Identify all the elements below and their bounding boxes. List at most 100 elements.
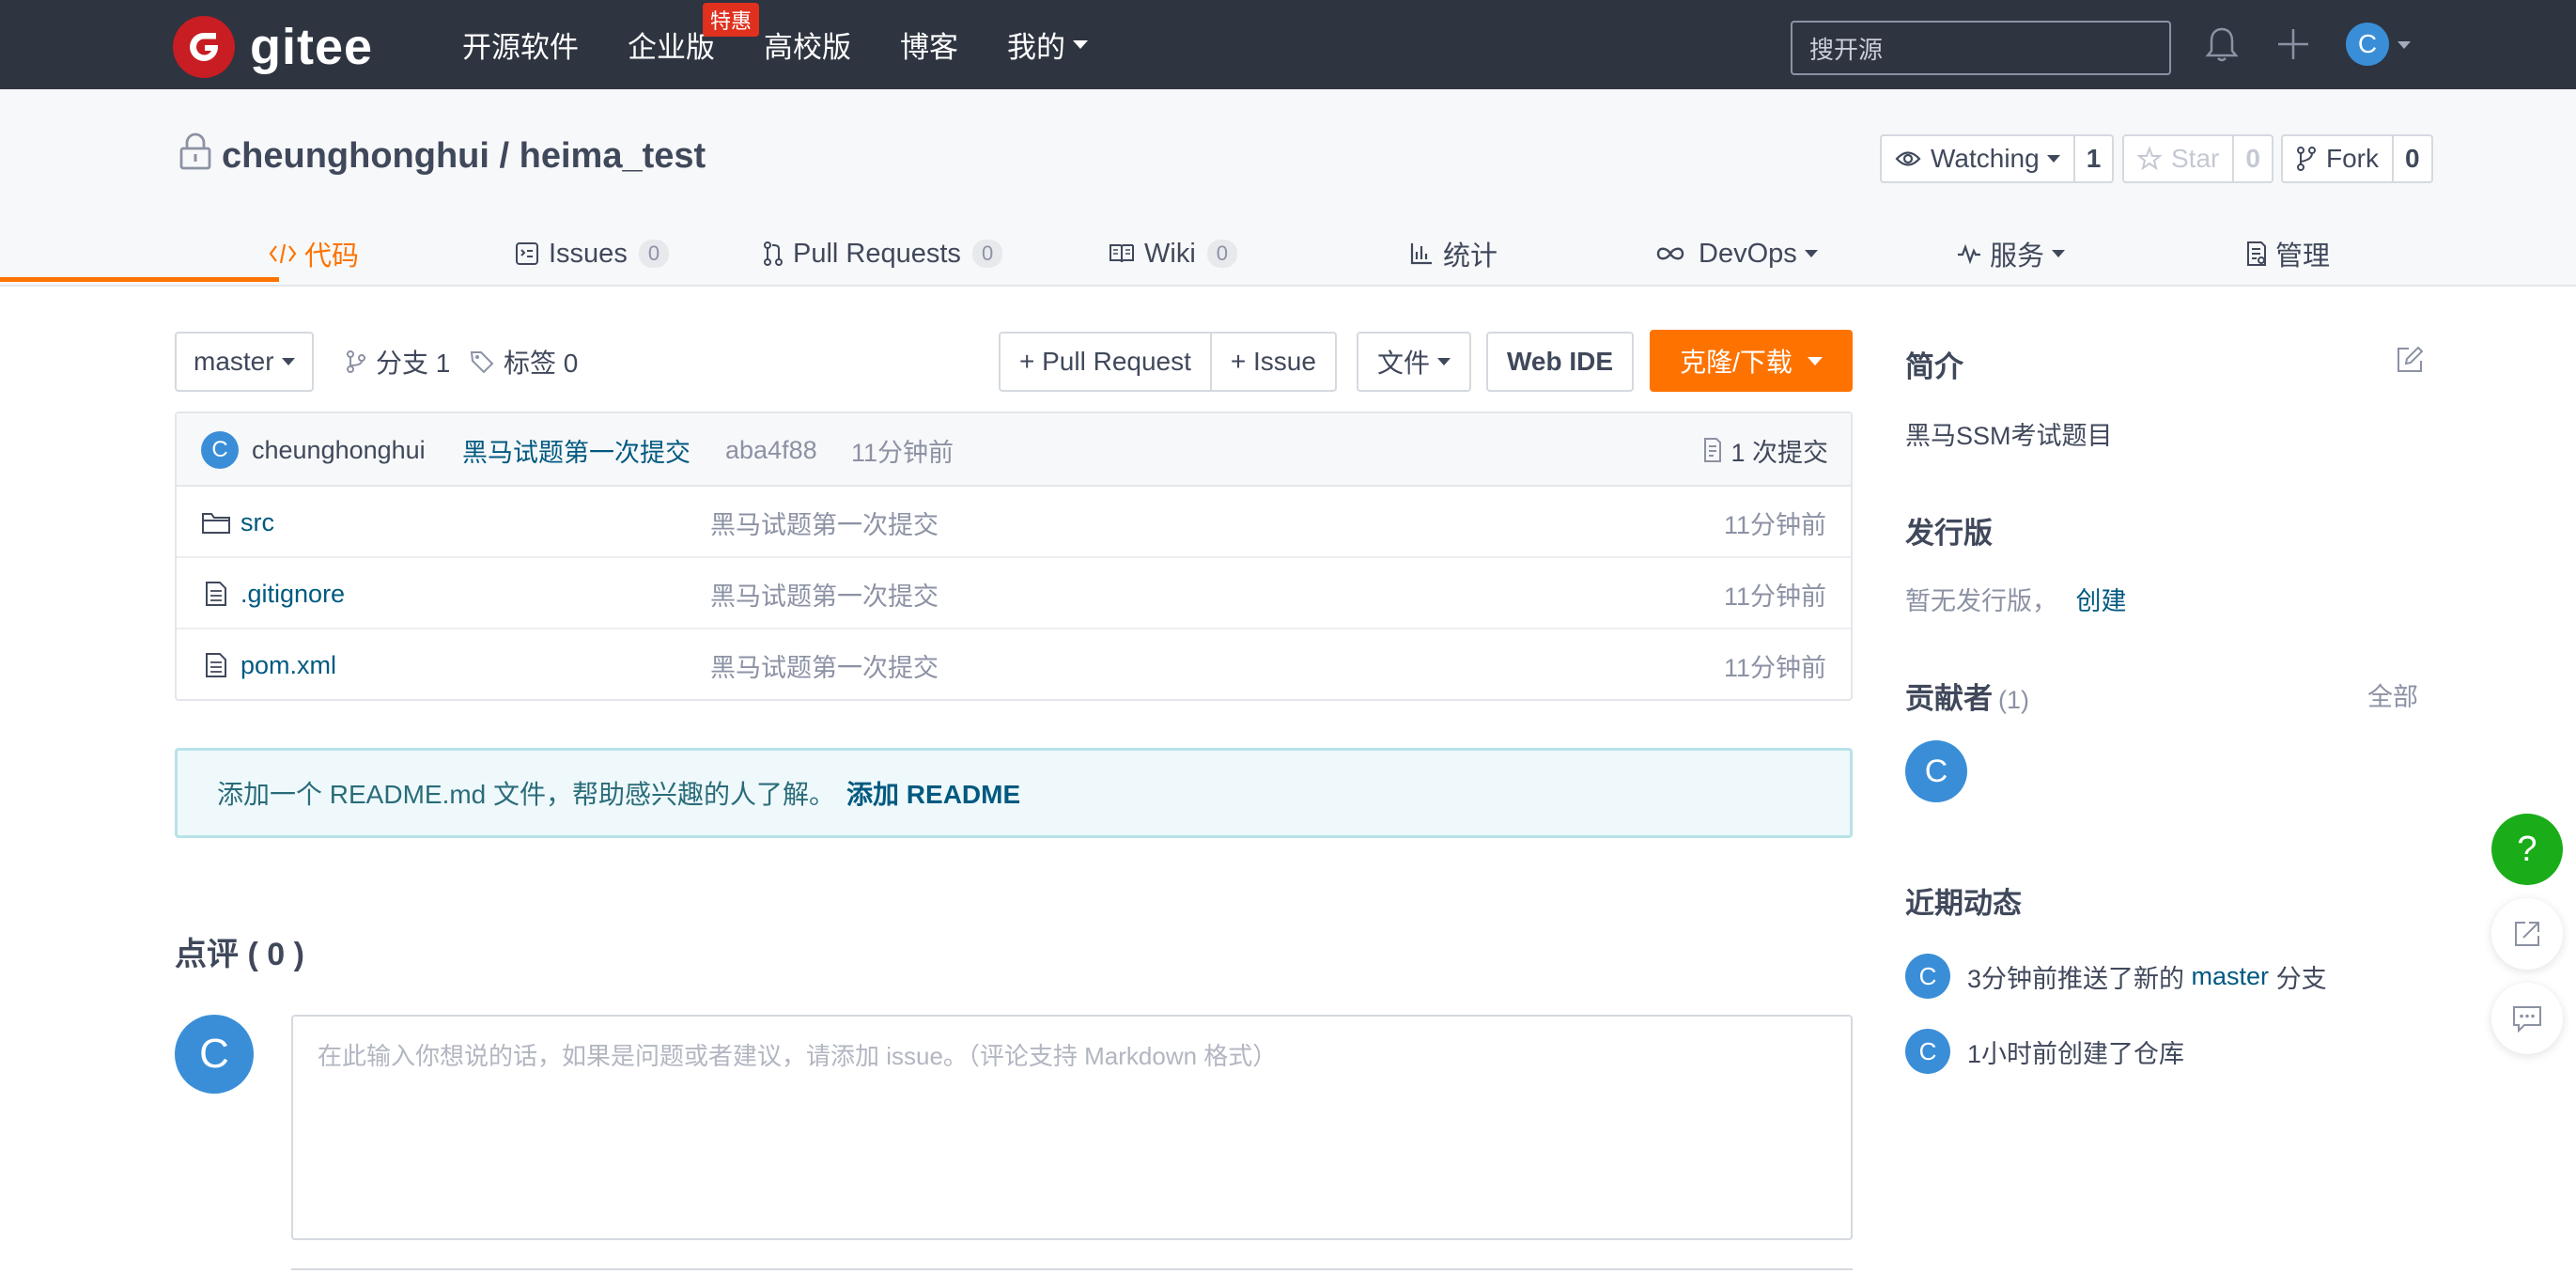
tab-issues[interactable]: Issues 0 [515,221,670,287]
activity-branch-link[interactable]: master [2192,962,2270,991]
watch-label: Watching [1931,144,2040,173]
caret-down-icon [2052,250,2066,257]
repo-owner-link[interactable]: cheunghonghui [222,136,489,177]
commit-author[interactable]: cheunghonghui [252,413,426,487]
fork-count[interactable]: 0 [2394,134,2433,183]
bell-icon[interactable] [2198,21,2245,68]
activity-avatar[interactable]: C [1905,1029,1950,1074]
commit-count-link[interactable]: 1 次提交 [1702,413,1828,487]
tab-devops-label: DevOps [1699,238,1797,269]
caret-down-icon [1437,358,1451,365]
file-name-link[interactable]: src [201,487,274,558]
file-commit-message[interactable]: 黑马试题第一次提交 [710,629,939,701]
gitee-logo-text: gitee [250,19,374,75]
fork-button[interactable]: Fork [2281,134,2394,183]
caret-down-icon [281,358,295,365]
activity-avatar[interactable]: C [1905,954,1950,999]
tab-stats[interactable]: 统计 [1409,221,1497,287]
commit-hash[interactable]: aba4f88 [725,413,817,487]
tab-manage[interactable]: 管理 [2245,221,2330,287]
share-button[interactable] [2491,898,2563,970]
tab-services[interactable]: 服务 [1956,221,2066,287]
avatar-caret-down-icon[interactable] [2398,41,2411,49]
add-readme-link[interactable]: 添加 README [846,774,1020,812]
commits-icon [1704,438,1722,462]
file-table: C cheunghonghui 黑马试题第一次提交 aba4f88 11分钟前 … [175,412,1853,701]
file-row[interactable]: src 黑马试题第一次提交 11分钟前 [177,487,1851,558]
tab-devops[interactable]: DevOps [1653,221,1818,287]
feedback-button[interactable] [2491,983,2563,1054]
comment-textarea[interactable] [291,1015,1853,1240]
help-button[interactable]: ? [2491,814,2563,885]
file-commit-message[interactable]: 黑马试题第一次提交 [710,558,939,629]
tag-icon [470,351,494,374]
caret-down-icon [1807,356,1823,365]
comment-toolbar-edge [291,1268,1853,1274]
tab-wiki[interactable]: Wiki 0 [1109,221,1238,287]
star-button[interactable]: Star [2122,134,2235,183]
tab-stats-label: 统计 [1443,241,1498,272]
branch-select[interactable]: master [175,332,314,392]
activity-text: 1小时前创建了仓库 [1967,1039,2185,1068]
file-name: src [241,507,274,536]
tab-wiki-label: Wiki [1144,238,1196,269]
fork-icon [2297,147,2316,171]
review-section-title: 点评 ( 0 ) [175,937,304,972]
issues-icon [516,242,538,265]
gitee-logo[interactable]: gitee [173,16,373,78]
edit-icon[interactable] [2396,346,2424,379]
watch-button[interactable]: Watching [1880,134,2075,183]
activity-item: C 1小时前创建了仓库 [1905,1029,2184,1074]
main-nav: 开源软件 企业版 特惠 高校版 博客 我的 [462,0,1137,89]
nav-open-source[interactable]: 开源软件 [462,23,579,66]
contributor-avatar[interactable]: C [1905,740,1967,802]
star-icon [2137,147,2162,171]
plus-icon[interactable] [2270,21,2317,68]
search-input[interactable]: 搜开源 [1791,21,2171,75]
branches-link[interactable]: 分支 1 [346,343,450,381]
user-avatar[interactable]: C [2346,23,2389,66]
bar-chart-icon [1410,243,1432,265]
clone-download-label: 克隆/下载 [1680,348,1792,377]
fork-label: Fork [2326,144,2379,173]
tab-code[interactable]: 代码 [269,221,359,287]
file-commit-time: 11分钟前 [1723,510,1826,539]
watch-count[interactable]: 1 [2074,134,2115,183]
code-icon [269,243,297,264]
star-label: Star [2171,144,2220,173]
readme-tip-text: 添加一个 README.md 文件，帮助感兴趣的人了解。 [217,780,836,809]
commit-message[interactable]: 黑马试题第一次提交 [462,413,691,487]
infinity-icon [1656,247,1684,260]
create-release-link[interactable]: 创建 [2076,587,2127,615]
branch-select-label: master [194,347,274,376]
file-name: .gitignore [241,579,346,608]
repo-name-link[interactable]: heima_test [520,136,706,177]
nav-education[interactable]: 高校版 [764,23,851,66]
new-issue-button[interactable]: + Issue [1211,332,1337,392]
file-row[interactable]: .gitignore 黑马试题第一次提交 11分钟前 [177,558,1851,629]
readme-tip-banner: 添加一个 README.md 文件，帮助感兴趣的人了解。 添加 README [175,748,1853,838]
nav-blog[interactable]: 博客 [900,23,958,66]
commit-author-avatar[interactable]: C [201,413,239,487]
nav-mine[interactable]: 我的 [1007,23,1088,66]
file-commit-time: 11分钟前 [1723,653,1826,682]
contributors-all-link[interactable]: 全部 [2367,676,2418,713]
nav-enterprise[interactable]: 企业版 特惠 [628,3,760,66]
file-name-link[interactable]: .gitignore [201,558,345,629]
promo-badge: 特惠 [703,3,760,37]
repo-title: cheunghonghui / heima_test [178,132,706,180]
file-name-link[interactable]: pom.xml [201,629,336,701]
gitee-logo-icon [173,16,235,78]
activity-text: 3分钟前推送了新的 [1967,964,2192,993]
files-dropdown-button[interactable]: 文件 [1357,332,1472,392]
new-pull-request-button[interactable]: + Pull Request [999,332,1212,392]
web-ide-button[interactable]: Web IDE [1486,332,1635,392]
book-icon [1110,244,1134,263]
file-commit-message[interactable]: 黑马试题第一次提交 [710,487,939,558]
tags-link[interactable]: 标签 0 [470,343,578,381]
file-row[interactable]: pom.xml 黑马试题第一次提交 11分钟前 [177,629,1851,701]
tab-pull-requests-count: 0 [971,240,1003,268]
star-count[interactable]: 0 [2234,134,2273,183]
clone-download-button[interactable]: 克隆/下载 [1650,330,1853,392]
tab-pull-requests[interactable]: Pull Requests 0 [763,221,1003,287]
